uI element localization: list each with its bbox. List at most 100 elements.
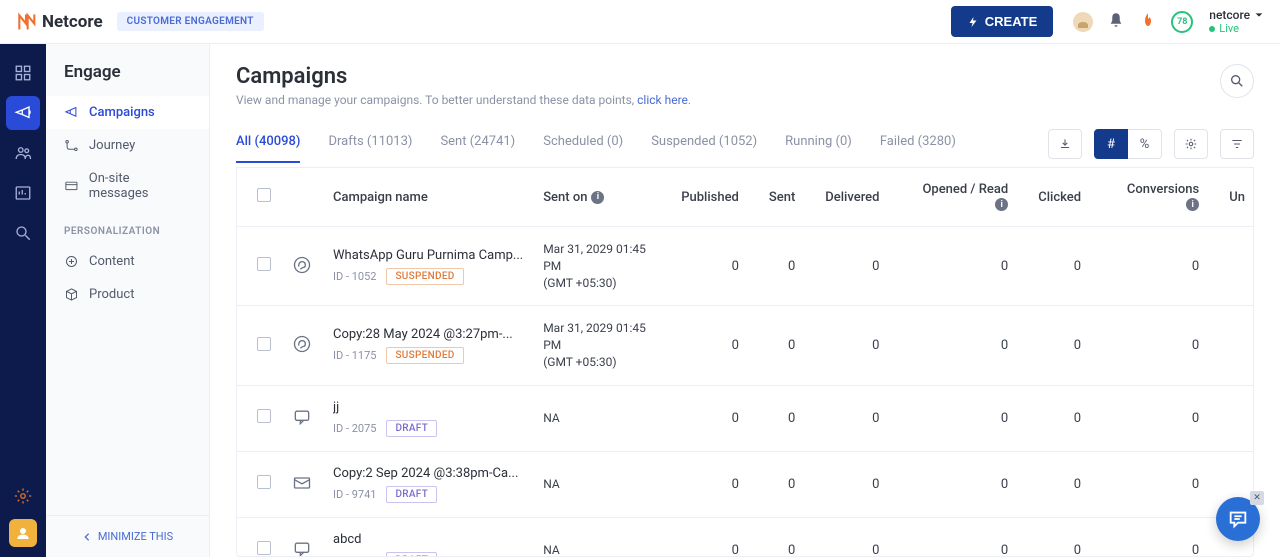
table-row[interactable]: jjID - 2075DRAFTNA000000 <box>237 385 1254 451</box>
sms-icon <box>291 406 313 428</box>
chat-icon <box>1227 508 1249 530</box>
row-checkbox[interactable] <box>257 257 271 271</box>
col-published[interactable]: Published <box>671 168 759 227</box>
row-checkbox[interactable] <box>257 337 271 351</box>
settings-button[interactable] <box>1174 129 1208 159</box>
main-content: Campaigns View and manage your campaigns… <box>210 44 1280 557</box>
toggle-percent[interactable]: % <box>1128 129 1162 159</box>
opened-value: 0 <box>899 385 1028 451</box>
rail-profile[interactable] <box>9 519 37 547</box>
create-button[interactable]: CREATE <box>951 6 1053 37</box>
campaign-id: ID - 1175 <box>333 349 376 362</box>
col-opened[interactable]: Opened / Readi <box>899 168 1028 227</box>
table-row[interactable]: abcdID - 2074DRAFTNA000000 <box>237 517 1254 557</box>
tab[interactable]: Sent (24741) <box>440 134 515 163</box>
filter-icon <box>1230 137 1244 151</box>
col-unsubscribed[interactable]: Un <box>1219 168 1254 227</box>
content-icon <box>64 254 79 269</box>
toggle-count[interactable]: # <box>1094 129 1128 159</box>
top-header: Netcore CUSTOMER ENGAGEMENT CREATE 78 ne… <box>0 0 1280 44</box>
campaign-name: WhatsApp Guru Purnima Camp... <box>333 248 523 263</box>
published-value: 0 <box>671 306 759 385</box>
rail-search[interactable] <box>6 216 40 250</box>
opened-value: 0 <box>899 227 1028 306</box>
tab[interactable]: Failed (3280) <box>880 134 956 163</box>
info-icon[interactable]: i <box>591 191 604 204</box>
col-name[interactable]: Campaign name <box>323 168 533 227</box>
sidebar-item-campaigns[interactable]: Campaigns <box>46 96 209 129</box>
account-menu[interactable]: netcore Live <box>1209 8 1264 35</box>
sent-value: 0 <box>759 517 815 557</box>
table-header-row: Campaign name Sent oni Published Sent De… <box>237 168 1254 227</box>
campaign-id: ID - 2075 <box>333 422 376 435</box>
published-value: 0 <box>671 451 759 517</box>
tab[interactable]: Suspended (1052) <box>651 134 757 163</box>
col-delivered[interactable]: Delivered <box>815 168 899 227</box>
conversions-value: 0 <box>1101 517 1219 557</box>
row-checkbox[interactable] <box>257 409 271 423</box>
rail-settings[interactable] <box>6 479 40 513</box>
sidebar-item-content[interactable]: Content <box>46 245 209 278</box>
download-button[interactable] <box>1048 129 1082 159</box>
col-sent-on[interactable]: Sent oni <box>533 168 671 227</box>
campaign-name: abcd <box>333 532 523 547</box>
sidebar-item-label: Journey <box>89 138 135 153</box>
fire-icon[interactable] <box>1139 11 1157 33</box>
tab[interactable]: All (40098) <box>236 134 300 163</box>
rail-dashboard[interactable] <box>6 56 40 90</box>
status-badge: DRAFT <box>386 420 437 437</box>
close-fab[interactable]: ✕ <box>1250 491 1264 505</box>
user-avatar-icon[interactable] <box>1073 12 1093 32</box>
conversions-value: 0 <box>1101 306 1219 385</box>
published-value: 0 <box>671 385 759 451</box>
col-conversions[interactable]: Conversionsi <box>1101 168 1219 227</box>
rail-reports[interactable] <box>6 176 40 210</box>
tab[interactable]: Drafts (11013) <box>328 134 412 163</box>
select-all-checkbox[interactable] <box>257 188 271 202</box>
rail-engage[interactable] <box>6 96 40 130</box>
campaigns-icon <box>64 105 79 120</box>
sidebar-item-journey[interactable]: Journey <box>46 129 209 162</box>
tab[interactable]: Scheduled (0) <box>543 134 623 163</box>
create-label: CREATE <box>985 14 1037 29</box>
sent-on-value: Mar 31, 2029 01:45 PM(GMT +05:30) <box>543 320 661 370</box>
clicked-value: 0 <box>1028 385 1101 451</box>
col-clicked[interactable]: Clicked <box>1028 168 1101 227</box>
chat-fab[interactable]: ✕ <box>1216 497 1260 541</box>
sidebar-item-label: Campaigns <box>89 105 155 120</box>
row-checkbox[interactable] <box>257 475 271 489</box>
table-row[interactable]: Copy:2 Sep 2024 @3:38pm-Ca...ID - 9741DR… <box>237 451 1254 517</box>
table-row[interactable]: WhatsApp Guru Purnima Camp...ID - 1052SU… <box>237 227 1254 306</box>
brand-logo[interactable]: Netcore <box>16 12 103 32</box>
un-value <box>1219 227 1254 306</box>
sent-value: 0 <box>759 385 815 451</box>
bell-icon[interactable] <box>1107 11 1125 33</box>
clicked-value: 0 <box>1028 517 1101 557</box>
info-icon[interactable]: i <box>1186 198 1199 211</box>
score-ring[interactable]: 78 <box>1171 11 1193 33</box>
learn-more-link[interactable]: click here <box>637 93 688 107</box>
tab[interactable]: Running (0) <box>785 134 852 163</box>
sidebar-item-label: Product <box>89 287 134 302</box>
campaign-id: ID - 1052 <box>333 270 376 283</box>
minimize-sidebar[interactable]: MINIMIZE THIS <box>46 515 209 557</box>
sidebar-item-onsite[interactable]: On-site messages <box>46 162 209 210</box>
col-sent[interactable]: Sent <box>759 168 815 227</box>
download-icon <box>1058 137 1072 151</box>
table-row[interactable]: Copy:28 May 2024 @3:27pm-...ID - 1175SUS… <box>237 306 1254 385</box>
row-checkbox[interactable] <box>257 541 271 555</box>
sidebar-item-label: Content <box>89 254 135 269</box>
search-button[interactable] <box>1220 64 1254 98</box>
sidebar-item-product[interactable]: Product <box>46 278 209 311</box>
caret-down-icon <box>1254 10 1264 20</box>
rail-audience[interactable] <box>6 136 40 170</box>
product-icon <box>64 287 79 302</box>
sent-value: 0 <box>759 451 815 517</box>
nav-rail <box>0 44 46 557</box>
campaign-name: Copy:2 Sep 2024 @3:38pm-Ca... <box>333 466 523 481</box>
info-icon[interactable]: i <box>995 198 1008 211</box>
filter-button[interactable] <box>1220 129 1254 159</box>
lightning-icon <box>967 16 979 28</box>
opened-value: 0 <box>899 306 1028 385</box>
status-badge: DRAFT <box>386 486 437 503</box>
